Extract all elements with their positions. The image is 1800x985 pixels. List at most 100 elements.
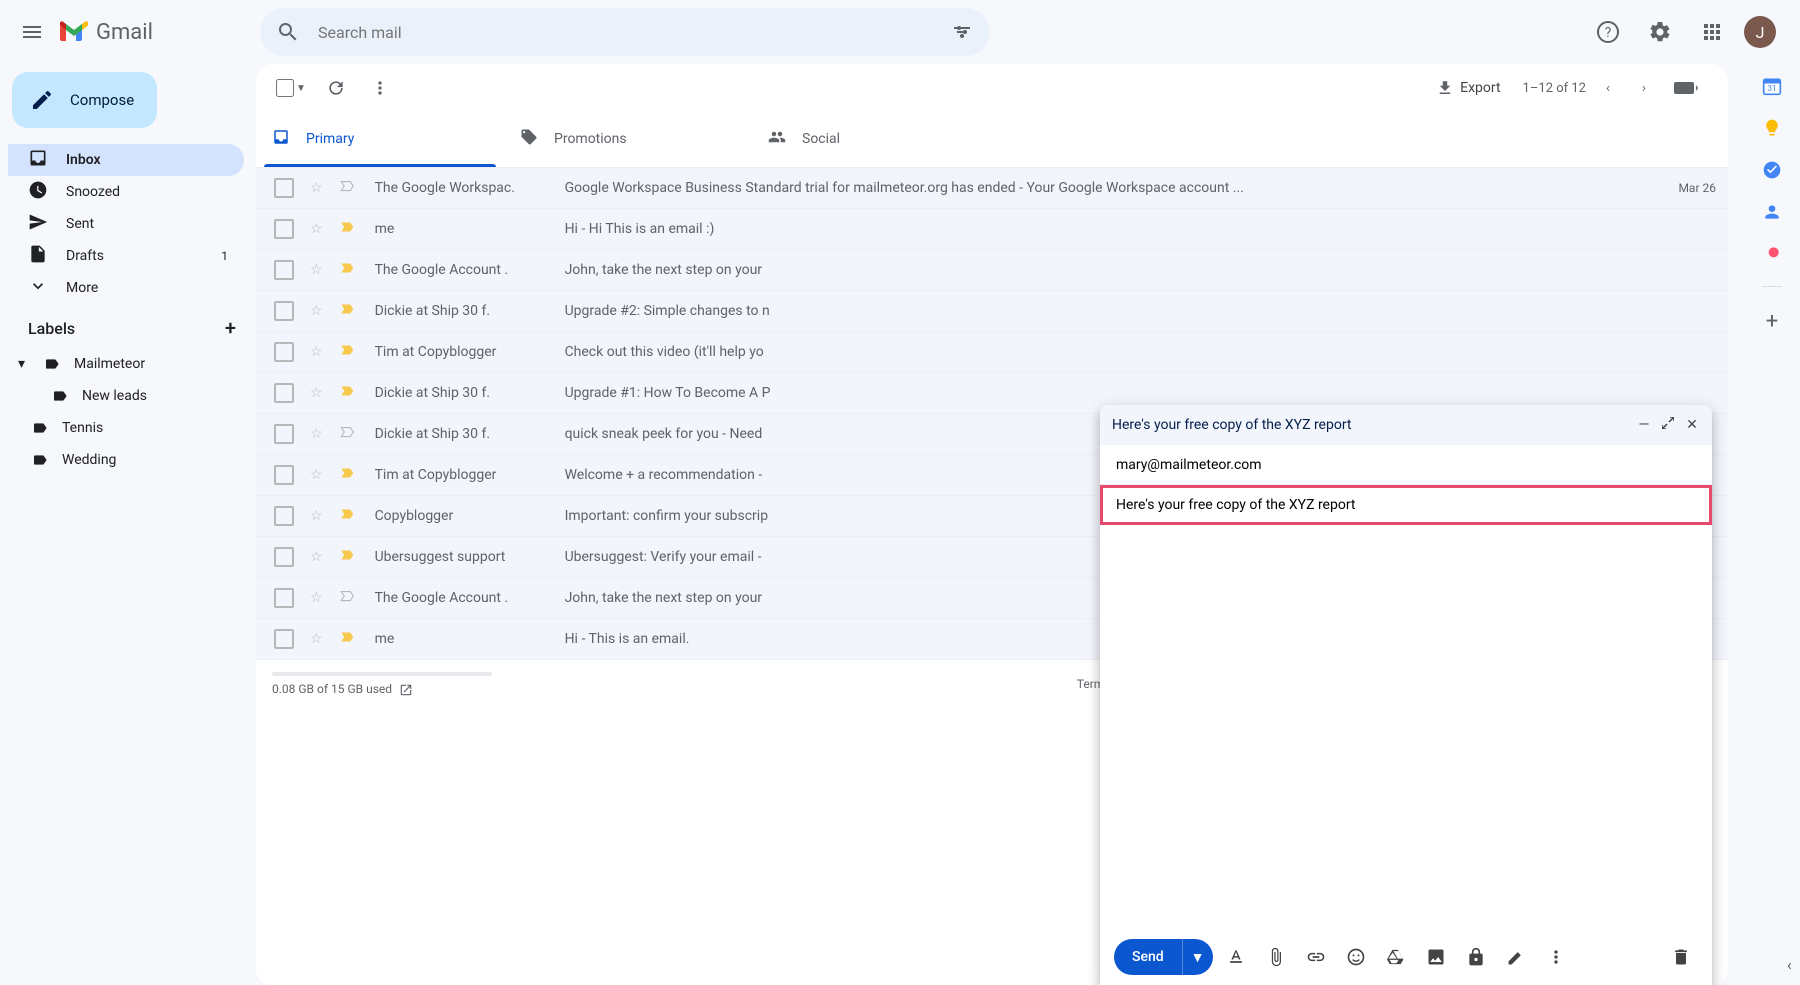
star-icon[interactable]: ☆ [310, 344, 323, 360]
email-row[interactable]: ☆ me Hi - Hi This is an email :) [256, 209, 1728, 250]
importance-icon[interactable] [339, 259, 357, 281]
compose-to-field[interactable]: mary@mailmeteor.com [1100, 445, 1712, 485]
refresh-button[interactable] [316, 68, 356, 108]
row-checkbox[interactable] [274, 178, 294, 198]
compose-button[interactable]: Compose [12, 72, 157, 128]
search-bar[interactable] [260, 8, 990, 56]
label-item-wedding[interactable]: Wedding [8, 444, 256, 476]
tab-primary[interactable]: Primary [256, 111, 504, 167]
apps-icon[interactable] [1692, 12, 1732, 52]
minimize-button[interactable]: — [1636, 417, 1652, 433]
send-options[interactable]: ▼ [1182, 939, 1213, 975]
settings-icon[interactable] [1640, 12, 1680, 52]
search-icon[interactable] [268, 12, 308, 52]
calendar-icon[interactable]: 31 [1762, 76, 1782, 96]
label-item-tennis[interactable]: Tennis [8, 412, 256, 444]
email-row[interactable]: ☆ The Google Workspac. Google Workspace … [256, 168, 1728, 209]
account-avatar[interactable]: J [1744, 16, 1776, 48]
star-icon[interactable]: ☆ [310, 631, 323, 647]
gmail-logo[interactable]: Gmail [60, 20, 260, 45]
star-icon[interactable]: ☆ [310, 303, 323, 319]
row-checkbox[interactable] [274, 342, 294, 362]
open-external-icon[interactable] [399, 683, 413, 697]
star-icon[interactable]: ☆ [310, 549, 323, 565]
close-button[interactable]: ✕ [1684, 417, 1700, 433]
support-icon[interactable]: ? [1588, 12, 1628, 52]
search-input[interactable] [308, 23, 942, 42]
star-icon[interactable]: ☆ [310, 221, 323, 237]
search-options-icon[interactable] [942, 12, 982, 52]
importance-icon[interactable] [339, 464, 357, 486]
input-tools[interactable] [1666, 68, 1706, 108]
export-button[interactable]: Export [1436, 79, 1500, 97]
nav-item-drafts[interactable]: Drafts1 [8, 240, 244, 272]
email-row[interactable]: ☆ The Google Account . John, take the ne… [256, 250, 1728, 291]
chevron-icon[interactable]: ▾ [18, 356, 30, 372]
tasks-icon[interactable] [1762, 160, 1782, 180]
row-checkbox[interactable] [274, 301, 294, 321]
link-icon[interactable] [1306, 947, 1326, 967]
row-checkbox[interactable] [274, 506, 294, 526]
importance-icon[interactable] [339, 628, 357, 650]
star-icon[interactable]: ☆ [310, 467, 323, 483]
importance-icon[interactable] [339, 300, 357, 322]
nav-item-inbox[interactable]: Inbox [8, 144, 244, 176]
confidential-icon[interactable] [1466, 947, 1486, 967]
emoji-icon[interactable] [1346, 947, 1366, 967]
email-row[interactable]: ☆ Dickie at Ship 30 f. Upgrade #2: Simpl… [256, 291, 1728, 332]
row-checkbox[interactable] [274, 588, 294, 608]
importance-icon[interactable] [339, 382, 357, 404]
keep-icon[interactable] [1762, 118, 1782, 138]
row-checkbox[interactable] [274, 629, 294, 649]
next-page[interactable]: › [1630, 68, 1658, 108]
more-options-icon[interactable] [1546, 947, 1566, 967]
row-checkbox[interactable] [274, 547, 294, 567]
importance-icon[interactable] [339, 505, 357, 527]
label-item-new-leads[interactable]: New leads [8, 380, 256, 412]
star-icon[interactable]: ☆ [310, 590, 323, 606]
select-all[interactable]: ▼ [276, 79, 306, 97]
add-addon-icon[interactable]: + [1762, 309, 1782, 329]
star-icon[interactable]: ☆ [310, 426, 323, 442]
drive-icon[interactable] [1386, 947, 1406, 967]
compose-body[interactable] [1100, 525, 1712, 905]
tab-promotions[interactable]: Promotions [504, 111, 752, 167]
formatting-icon[interactable] [1226, 947, 1246, 967]
mailmeteor-icon[interactable] [1762, 244, 1782, 264]
star-icon[interactable]: ☆ [310, 385, 323, 401]
nav-item-more[interactable]: More [8, 272, 244, 304]
row-checkbox[interactable] [274, 424, 294, 444]
compose-subject-field[interactable]: Here's your free copy of the XYZ report [1100, 485, 1712, 525]
importance-icon[interactable] [339, 177, 357, 199]
star-icon[interactable]: ☆ [310, 508, 323, 524]
image-icon[interactable] [1426, 947, 1446, 967]
fullscreen-button[interactable] [1660, 417, 1676, 433]
collapse-side-panel[interactable]: › [1787, 958, 1792, 977]
prev-page[interactable]: ‹ [1594, 68, 1622, 108]
row-checkbox[interactable] [274, 465, 294, 485]
discard-draft-icon[interactable] [1671, 947, 1691, 967]
row-checkbox[interactable] [274, 260, 294, 280]
row-checkbox[interactable] [274, 383, 294, 403]
send-button[interactable]: Send ▼ [1114, 939, 1213, 975]
star-icon[interactable]: ☆ [310, 180, 323, 196]
row-checkbox[interactable] [274, 219, 294, 239]
email-row[interactable]: ☆ Tim at Copyblogger Check out this vide… [256, 332, 1728, 373]
importance-icon[interactable] [339, 341, 357, 363]
attach-icon[interactable] [1266, 947, 1286, 967]
importance-icon[interactable] [339, 546, 357, 568]
main-menu-button[interactable] [8, 8, 56, 56]
tab-social[interactable]: Social [752, 111, 1000, 167]
importance-icon[interactable] [339, 218, 357, 240]
importance-icon[interactable] [339, 423, 357, 445]
nav-item-sent[interactable]: Sent [8, 208, 244, 240]
signature-icon[interactable] [1506, 947, 1526, 967]
label-item-mailmeteor[interactable]: ▾Mailmeteor [8, 348, 256, 380]
add-label-button[interactable]: + [225, 316, 236, 340]
star-icon[interactable]: ☆ [310, 262, 323, 278]
compose-header[interactable]: Here's your free copy of the XYZ report … [1100, 405, 1712, 445]
more-button[interactable] [360, 68, 400, 108]
nav-item-snoozed[interactable]: Snoozed [8, 176, 244, 208]
importance-icon[interactable] [339, 587, 357, 609]
contacts-icon[interactable] [1762, 202, 1782, 222]
